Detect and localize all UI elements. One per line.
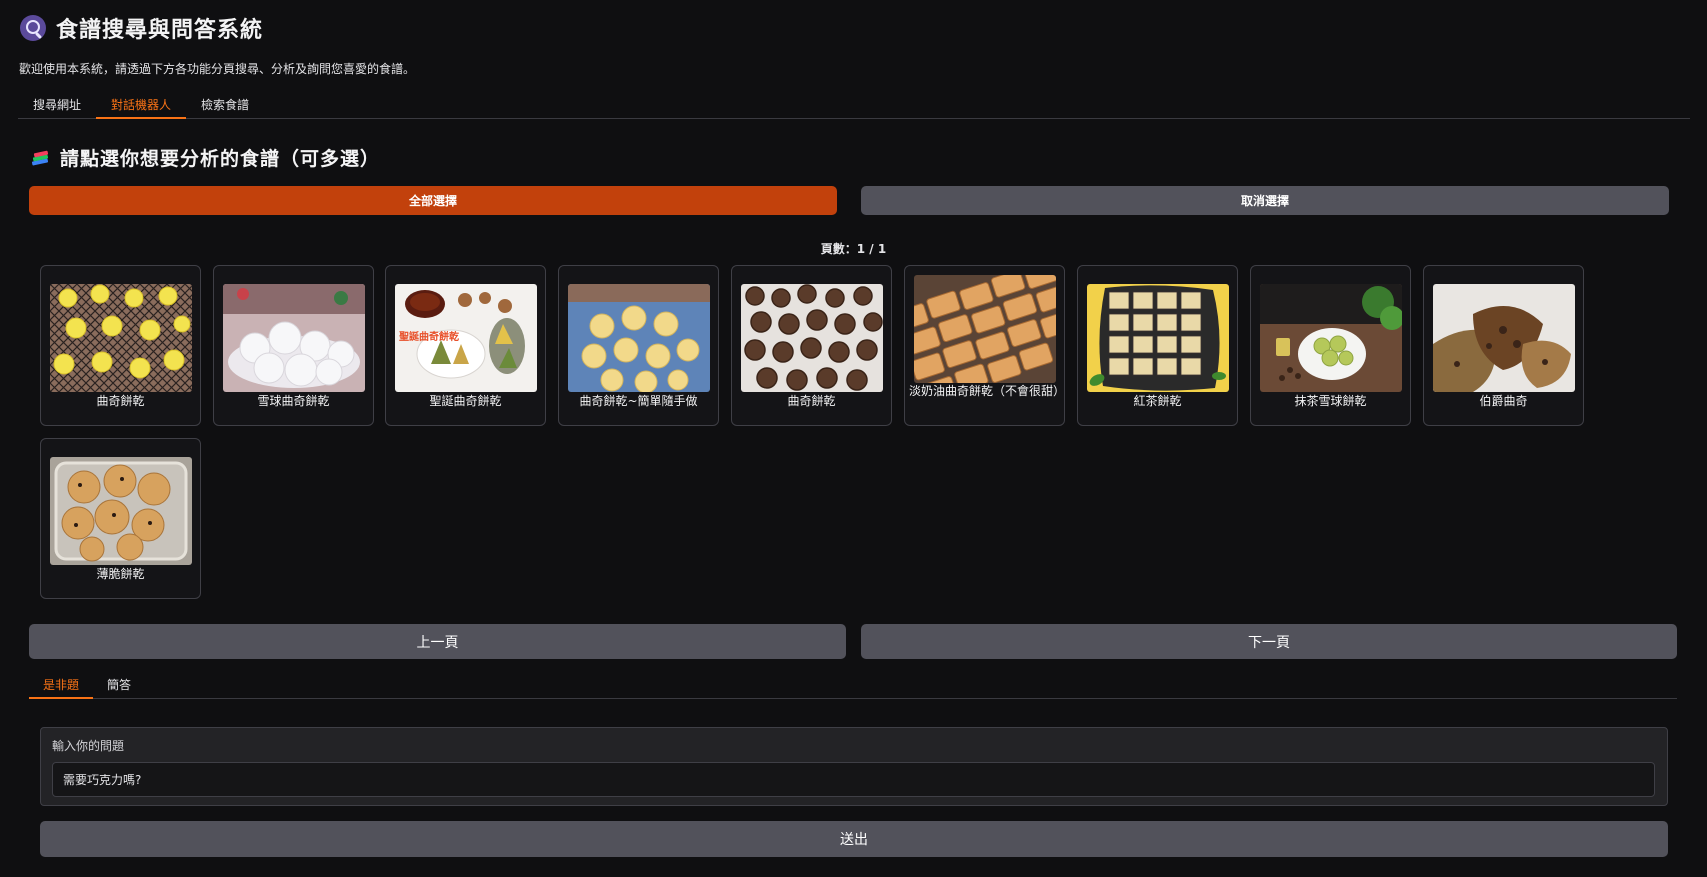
selection-header: 請點選你想要分析的食譜（可多選） — [31, 144, 380, 171]
prev-page-button[interactable]: 上一頁 — [29, 624, 846, 659]
recipe-thumbnail — [1433, 284, 1575, 392]
recipe-thumbnail — [914, 275, 1056, 383]
tab-chatbot[interactable]: 對話機器人 — [96, 92, 187, 119]
recipe-card[interactable]: 曲奇餅乾~簡單隨手做 — [558, 265, 719, 426]
page-counter: 頁數：1 / 1 — [820, 242, 887, 256]
recipe-card[interactable]: 淡奶油曲奇餅乾（不會很甜） — [904, 265, 1065, 426]
recipe-thumbnail — [50, 284, 192, 392]
tab-short-answer[interactable]: 簡答 — [93, 672, 145, 699]
question-label: 輸入你的問題 — [52, 739, 125, 753]
recipe-name: 曲奇餅乾 — [96, 394, 145, 408]
recipe-thumbnail — [50, 457, 192, 565]
recipe-name: 淡奶油曲奇餅乾（不會很甜） — [909, 384, 1066, 398]
recipe-card[interactable]: 抹茶雪球餅乾 — [1250, 265, 1411, 426]
app-subtitle: 歡迎使用本系統，請透過下方各功能分頁搜尋、分析及詢問您喜愛的食譜。 — [19, 62, 416, 76]
tab-retrieve-recipes[interactable]: 檢索食譜 — [186, 92, 264, 119]
magnifier-icon — [20, 15, 46, 41]
submit-button[interactable]: 送出 — [40, 821, 1668, 857]
recipe-card[interactable]: 薄脆餅乾 — [40, 438, 201, 599]
recipe-thumbnail — [223, 284, 365, 392]
recipe-thumbnail — [1087, 284, 1229, 392]
question-type-tabs: 是非題 簡答 — [29, 672, 1677, 699]
svg-text:聖誕曲奇餅乾: 聖誕曲奇餅乾 — [399, 330, 459, 343]
recipe-name: 聖誕曲奇餅乾 — [429, 394, 502, 408]
recipe-name: 伯爵曲奇 — [1479, 394, 1528, 408]
recipe-card[interactable]: 聖誕曲奇餅乾 聖誕曲奇餅乾 — [385, 265, 546, 426]
recipe-name: 雪球曲奇餅乾 — [257, 394, 330, 408]
recipe-thumbnail — [1260, 284, 1402, 392]
select-all-button[interactable]: 全部選擇 — [29, 186, 837, 215]
tab-search-url[interactable]: 搜尋網址 — [18, 92, 96, 119]
recipe-name: 薄脆餅乾 — [96, 567, 145, 581]
recipe-card[interactable]: 紅茶餅乾 — [1077, 265, 1238, 426]
recipe-thumbnail — [741, 284, 883, 392]
deselect-button[interactable]: 取消選擇 — [861, 186, 1669, 215]
app-header: 食譜搜尋與問答系統 — [20, 12, 263, 44]
question-input[interactable] — [52, 762, 1655, 797]
selection-title: 請點選你想要分析的食譜（可多選） — [60, 148, 381, 170]
recipe-card[interactable]: 曲奇餅乾 — [40, 265, 201, 426]
recipe-card[interactable]: 曲奇餅乾 — [731, 265, 892, 426]
books-icon — [31, 150, 51, 166]
recipe-name: 曲奇餅乾 — [787, 394, 836, 408]
recipe-thumbnail: 聖誕曲奇餅乾 — [395, 284, 537, 392]
app-title: 食譜搜尋與問答系統 — [56, 18, 264, 43]
main-tabs: 搜尋網址 對話機器人 檢索食譜 — [18, 92, 1690, 119]
recipe-name: 曲奇餅乾~簡單隨手做 — [579, 394, 698, 408]
tab-true-false[interactable]: 是非題 — [29, 672, 94, 699]
recipe-name: 抹茶雪球餅乾 — [1294, 394, 1367, 408]
recipe-name: 紅茶餅乾 — [1133, 394, 1182, 408]
recipe-card[interactable]: 伯爵曲奇 — [1423, 265, 1584, 426]
question-block: 輸入你的問題 — [40, 727, 1668, 806]
recipe-thumbnail — [568, 284, 710, 392]
next-page-button[interactable]: 下一頁 — [861, 624, 1677, 659]
recipe-card[interactable]: 雪球曲奇餅乾 — [213, 265, 374, 426]
